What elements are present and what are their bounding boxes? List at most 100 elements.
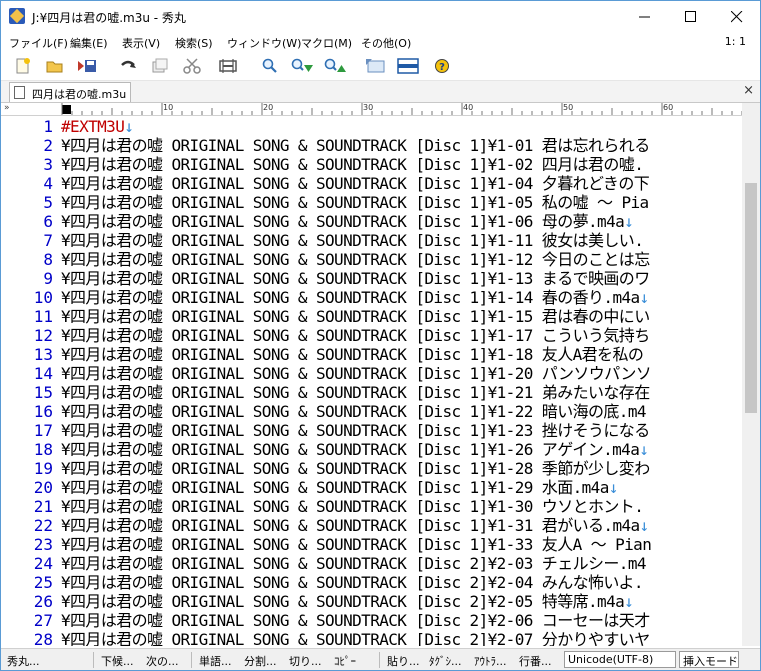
new-file-button[interactable] bbox=[13, 57, 33, 75]
line-number: 3 bbox=[43, 155, 53, 174]
editor-line[interactable]: 14 ¥四月は君の嘘 ORIGINAL SONG & SOUNDTRACK [Di… bbox=[1, 364, 742, 383]
editor-line[interactable]: 12 ¥四月は君の嘘 ORIGINAL SONG & SOUNDTRACK [Di… bbox=[1, 326, 742, 345]
editor-line[interactable]: 25 ¥四月は君の嘘 ORIGINAL SONG & SOUNDTRACK [Di… bbox=[1, 573, 742, 592]
search-down-icon bbox=[291, 58, 313, 72]
save-button[interactable] bbox=[77, 57, 97, 75]
eol-mark: ↓ bbox=[639, 288, 650, 307]
paste-button[interactable] bbox=[218, 57, 238, 75]
menu-view[interactable]: 表示(V) bbox=[122, 35, 160, 51]
vertical-scrollbar[interactable] bbox=[742, 103, 760, 646]
editor-line[interactable]: 19 ¥四月は君の嘘 ORIGINAL SONG & SOUNDTRACK [Di… bbox=[1, 459, 742, 478]
minimize-button[interactable] bbox=[622, 1, 668, 32]
status-separator bbox=[191, 652, 192, 668]
line-text: ¥四月は君の嘘 ORIGINAL SONG & SOUNDTRACK [Disc… bbox=[61, 478, 618, 497]
maximize-button[interactable] bbox=[668, 1, 714, 32]
editor-line[interactable]: 9 ¥四月は君の嘘 ORIGINAL SONG & SOUNDTRACK [Dis… bbox=[1, 269, 742, 288]
minimize-icon bbox=[639, 16, 650, 18]
editor-line[interactable]: 15 ¥四月は君の嘘 ORIGINAL SONG & SOUNDTRACK [Di… bbox=[1, 383, 742, 402]
status-cut[interactable]: 切り... bbox=[289, 653, 322, 669]
line-text: ¥四月は君の嘘 ORIGINAL SONG & SOUNDTRACK [Disc… bbox=[61, 193, 649, 212]
search-icon bbox=[262, 58, 277, 73]
status-line-number[interactable]: 行番... bbox=[519, 653, 552, 669]
status-hidemaru[interactable]: 秀丸... bbox=[7, 653, 40, 669]
undo-button[interactable] bbox=[118, 57, 138, 75]
search-up-icon bbox=[324, 58, 346, 72]
status-outline[interactable]: ｱｳﾄﾗ... bbox=[474, 653, 507, 669]
menu-edit[interactable]: 編集(E) bbox=[70, 35, 108, 51]
line-text: ¥四月は君の嘘 ORIGINAL SONG & SOUNDTRACK [Disc… bbox=[61, 174, 650, 193]
save-icon bbox=[78, 60, 96, 72]
line-text: ¥四月は君の嘘 ORIGINAL SONG & SOUNDTRACK [Disc… bbox=[61, 440, 649, 459]
line-number: 25 bbox=[33, 573, 53, 592]
tab-current-file[interactable]: 四月は君の嘘.m3u bbox=[9, 82, 131, 102]
cut-icon bbox=[183, 58, 201, 74]
editor-line[interactable]: 28 ¥四月は君の嘘 ORIGINAL SONG & SOUNDTRACK [Di… bbox=[1, 630, 742, 646]
editor-line[interactable]: 5 ¥四月は君の嘘 ORIGINAL SONG & SOUNDTRACK [Dis… bbox=[1, 193, 742, 212]
editor-line[interactable]: 10 ¥四月は君の嘘 ORIGINAL SONG & SOUNDTRACK [Di… bbox=[1, 288, 742, 307]
menu-window[interactable]: ウィンドウ(W) bbox=[227, 35, 301, 51]
menu-search[interactable]: 検索(S) bbox=[175, 35, 213, 51]
status-next[interactable]: 次の... bbox=[146, 653, 179, 669]
line-number: 7 bbox=[43, 231, 53, 250]
status-encoding[interactable]: Unicode(UTF-8) bbox=[564, 651, 676, 668]
line-number: 11 bbox=[33, 307, 53, 326]
menu-other[interactable]: その他(O) bbox=[361, 35, 411, 51]
search-button[interactable] bbox=[260, 57, 280, 75]
editor-line[interactable]: 21 ¥四月は君の嘘 ORIGINAL SONG & SOUNDTRACK [Di… bbox=[1, 497, 742, 516]
status-separator bbox=[93, 652, 94, 668]
screen-button[interactable] bbox=[365, 57, 385, 75]
status-candidate[interactable]: 下候... bbox=[101, 653, 134, 669]
editor-line[interactable]: 3 ¥四月は君の嘘 ORIGINAL SONG & SOUNDTRACK [Dis… bbox=[1, 155, 742, 174]
menu-macro[interactable]: マクロ(M) bbox=[301, 35, 352, 51]
editor-line[interactable]: 4 ¥四月は君の嘘 ORIGINAL SONG & SOUNDTRACK [Dis… bbox=[1, 174, 742, 193]
ruler-mark-30: 30 bbox=[363, 103, 374, 112]
close-tab-icon[interactable]: × bbox=[743, 83, 754, 98]
editor-line[interactable]: 27 ¥四月は君の嘘 ORIGINAL SONG & SOUNDTRACK [Di… bbox=[1, 611, 742, 630]
editor-line[interactable]: 8 ¥四月は君の嘘 ORIGINAL SONG & SOUNDTRACK [Dis… bbox=[1, 250, 742, 269]
editor-line[interactable]: 6 ¥四月は君の嘘 ORIGINAL SONG & SOUNDTRACK [Dis… bbox=[1, 212, 742, 231]
cut-button[interactable] bbox=[182, 57, 202, 75]
scrollbar-thumb[interactable] bbox=[745, 183, 757, 413]
menu-bar: ファイル(F) 編集(E) 表示(V) 検索(S) ウィンドウ(W) マクロ(M… bbox=[1, 32, 760, 52]
editor-line[interactable]: 11 ¥四月は君の嘘 ORIGINAL SONG & SOUNDTRACK [Di… bbox=[1, 307, 742, 326]
editor-line[interactable]: 2 ¥四月は君の嘘 ORIGINAL SONG & SOUNDTRACK [Dis… bbox=[1, 136, 742, 155]
editor-line[interactable]: 13 ¥四月は君の嘘 ORIGINAL SONG & SOUNDTRACK [Di… bbox=[1, 345, 742, 364]
eol-mark: ↓ bbox=[608, 478, 619, 497]
menu-file[interactable]: ファイル(F) bbox=[9, 35, 68, 51]
window-title: J:¥四月は君の嘘.m3u - 秀丸 bbox=[32, 11, 186, 25]
editor-line[interactable]: 7 ¥四月は君の嘘 ORIGINAL SONG & SOUNDTRACK [Dis… bbox=[1, 231, 742, 250]
eol-mark: ↓ bbox=[624, 212, 634, 231]
line-number: 4 bbox=[43, 174, 53, 193]
line-number: 10 bbox=[33, 288, 53, 307]
editor-line[interactable]: 17 ¥四月は君の嘘 ORIGINAL SONG & SOUNDTRACK [Di… bbox=[1, 421, 742, 440]
line-text: ¥四月は君の嘘 ORIGINAL SONG & SOUNDTRACK [Disc… bbox=[61, 383, 650, 402]
close-button[interactable] bbox=[714, 1, 760, 32]
editor-line[interactable]: 16 ¥四月は君の嘘 ORIGINAL SONG & SOUNDTRACK [Di… bbox=[1, 402, 742, 421]
status-insert-mode[interactable]: 挿入モード bbox=[679, 651, 739, 668]
status-split[interactable]: 分割... bbox=[244, 653, 277, 669]
editor-line[interactable]: 1 #EXTM3U↓ bbox=[1, 117, 742, 136]
line-number: 22 bbox=[33, 516, 53, 535]
open-button[interactable] bbox=[45, 57, 65, 75]
editor-line[interactable]: 23 ¥四月は君の嘘 ORIGINAL SONG & SOUNDTRACK [Di… bbox=[1, 535, 742, 554]
search-up-button[interactable] bbox=[323, 57, 346, 75]
line-number: 19 bbox=[33, 459, 53, 478]
hidemaru-app-icon[interactable] bbox=[9, 8, 25, 24]
search-down-button[interactable] bbox=[290, 57, 313, 75]
line-text: ¥四月は君の嘘 ORIGINAL SONG & SOUNDTRACK [Disc… bbox=[61, 402, 647, 421]
copy-button[interactable] bbox=[150, 57, 170, 75]
editor-line[interactable]: 22 ¥四月は君の嘘 ORIGINAL SONG & SOUNDTRACK [Di… bbox=[1, 516, 742, 535]
editor-line[interactable]: 18 ¥四月は君の嘘 ORIGINAL SONG & SOUNDTRACK [Di… bbox=[1, 440, 742, 459]
editor-line[interactable]: 26 ¥四月は君の嘘 ORIGINAL SONG & SOUNDTRACK [Di… bbox=[1, 592, 742, 611]
status-tag[interactable]: ﾀｸﾞｼ... bbox=[429, 653, 462, 669]
text-editor-area[interactable]: 1 #EXTM3U↓ 2 ¥四月は君の嘘 ORIGINAL SONG & SOUNDT… bbox=[1, 116, 742, 646]
status-word[interactable]: 単語... bbox=[199, 653, 232, 669]
editor-line[interactable]: 20 ¥四月は君の嘘 ORIGINAL SONG & SOUNDTRACK [Di… bbox=[1, 478, 742, 497]
status-copy[interactable]: ｺﾋﾟｰ bbox=[334, 653, 356, 669]
editor-line[interactable]: 24 ¥四月は君の嘘 ORIGINAL SONG & SOUNDTRACK [Di… bbox=[1, 554, 742, 573]
window-button[interactable] bbox=[397, 57, 419, 75]
help-button[interactable]: ? bbox=[433, 57, 453, 75]
status-paste[interactable]: 貼り... bbox=[387, 653, 420, 669]
line-text: ¥四月は君の嘘 ORIGINAL SONG & SOUNDTRACK [Disc… bbox=[61, 611, 650, 630]
line-text: ¥四月は君の嘘 ORIGINAL SONG & SOUNDTRACK [Disc… bbox=[61, 231, 644, 250]
